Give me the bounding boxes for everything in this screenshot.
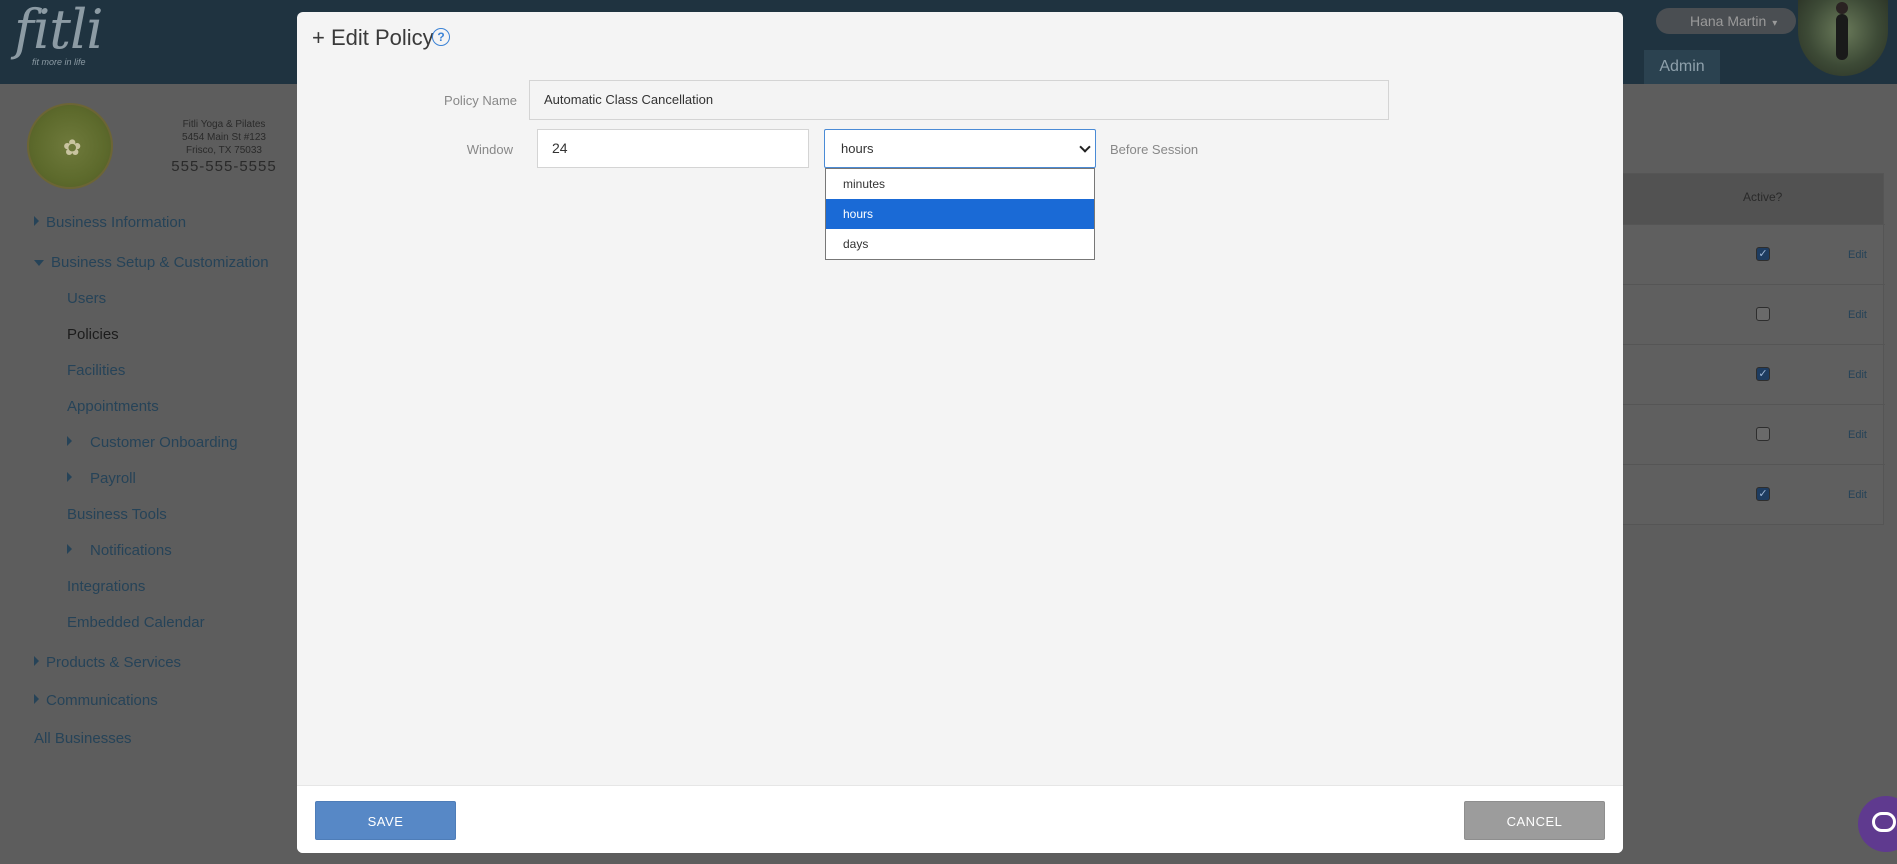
- active-checkbox[interactable]: ✓: [1756, 247, 1770, 261]
- sidebar-item-payroll[interactable]: Payroll: [67, 470, 136, 487]
- chat-button[interactable]: [1858, 796, 1897, 852]
- table-row: ✓ Edit: [1623, 464, 1885, 524]
- sidebar-item-label: Communications: [46, 692, 158, 709]
- cancel-button[interactable]: CANCEL: [1464, 801, 1605, 840]
- caret-right-icon: [34, 656, 39, 666]
- sidebar-item-label: Business Setup & Customization: [51, 254, 269, 271]
- edit-link[interactable]: Edit: [1848, 309, 1867, 321]
- edit-link[interactable]: Edit: [1848, 249, 1867, 261]
- window-label: Window: [466, 142, 513, 157]
- caret-right-icon: [34, 694, 39, 704]
- sidebar-item-integrations[interactable]: Integrations: [67, 578, 145, 595]
- sidebar-item-facilities[interactable]: Facilities: [67, 362, 125, 379]
- help-icon[interactable]: ?: [432, 28, 450, 46]
- modal-title: + Edit Policy: [312, 25, 434, 50]
- sidebar-item-label: Notifications: [90, 542, 172, 559]
- logo-tagline: fit more in life: [32, 57, 86, 67]
- sidebar-item-all-businesses[interactable]: All Businesses: [34, 730, 132, 747]
- edit-link[interactable]: Edit: [1848, 369, 1867, 381]
- chat-bubble-icon: [1872, 812, 1896, 832]
- caret-right-icon: [67, 436, 72, 446]
- modal-footer: SAVE CANCEL: [297, 785, 1623, 853]
- caret-right-icon: [34, 216, 39, 226]
- sidebar-item-embedded-calendar[interactable]: Embedded Calendar: [67, 614, 205, 631]
- window-unit-select[interactable]: hours: [824, 129, 1096, 168]
- business-logo: ✿: [27, 103, 113, 189]
- business-address-line1: 5454 Main St #123: [182, 132, 266, 143]
- sidebar-item-label: Business Information: [46, 214, 187, 231]
- sidebar-item-appointments[interactable]: Appointments: [67, 398, 159, 415]
- table-row: ✓ Edit: [1623, 344, 1885, 404]
- before-session-label: Before Session: [1110, 142, 1199, 157]
- policies-table: Active? ✓ Edit Edit ✓ Edit Edit ✓ Edit: [1622, 173, 1885, 525]
- table-row: Edit: [1623, 284, 1885, 344]
- chevron-down-icon: [1079, 141, 1091, 153]
- sidebar-item-policies[interactable]: Policies: [67, 326, 119, 343]
- policy-name-label: Policy Name: [444, 93, 517, 108]
- active-checkbox[interactable]: ✓: [1756, 487, 1770, 501]
- window-unit-selected: hours: [841, 141, 874, 156]
- option-minutes[interactable]: minutes: [826, 169, 1094, 199]
- avatar-figure: [1836, 14, 1848, 60]
- lotus-icon: ✿: [63, 135, 82, 160]
- active-checkbox[interactable]: [1756, 307, 1770, 321]
- user-name: Hana Martin: [1690, 13, 1767, 29]
- sidebar-item-customer-onboarding[interactable]: Customer Onboarding: [67, 434, 238, 451]
- sidebar-item-business-tools[interactable]: Business Tools: [67, 506, 167, 523]
- sidebar-item-label: Payroll: [90, 470, 136, 487]
- sidebar-item-notifications[interactable]: Notifications: [67, 542, 172, 559]
- table-row: Edit: [1623, 404, 1885, 464]
- option-days[interactable]: days: [826, 229, 1094, 259]
- caret-right-icon: [67, 472, 72, 482]
- active-checkbox[interactable]: ✓: [1756, 367, 1770, 381]
- table-row: ✓ Edit: [1623, 224, 1885, 284]
- avatar[interactable]: [1798, 0, 1888, 76]
- sidebar-item-users[interactable]: Users: [67, 290, 106, 307]
- user-menu[interactable]: Hana Martin ▾: [1656, 8, 1796, 34]
- window-unit-dropdown: minutes hours days: [825, 168, 1095, 260]
- active-checkbox[interactable]: [1756, 427, 1770, 441]
- edit-policy-modal: + Edit Policy ? Policy Name Automatic Cl…: [297, 12, 1623, 853]
- edit-link[interactable]: Edit: [1848, 429, 1867, 441]
- edit-link[interactable]: Edit: [1848, 489, 1867, 501]
- business-name: Fitli Yoga & Pilates: [182, 119, 266, 130]
- caret-right-icon: [67, 544, 72, 554]
- business-phone: 555-555-5555: [171, 158, 277, 175]
- caret-down-icon: [34, 260, 44, 266]
- sidebar-item-products-services[interactable]: Products & Services: [34, 654, 181, 671]
- logo-wordmark: fitli: [14, 0, 104, 61]
- avatar-head: [1836, 2, 1848, 14]
- sidebar-item-label: Products & Services: [46, 654, 182, 671]
- save-button[interactable]: SAVE: [315, 801, 456, 840]
- chevron-down-icon: ▾: [1772, 18, 1778, 29]
- sidebar-item-label: Customer Onboarding: [90, 434, 238, 451]
- fitli-logo[interactable]: fitli fit more in life: [14, 0, 104, 72]
- tab-admin[interactable]: Admin: [1644, 50, 1720, 84]
- sidebar-item-business-setup[interactable]: Business Setup & Customization: [34, 254, 269, 271]
- sidebar-item-business-information[interactable]: Business Information: [34, 214, 186, 231]
- option-hours[interactable]: hours: [826, 199, 1094, 229]
- sidebar-item-communications[interactable]: Communications: [34, 692, 158, 709]
- business-info: Fitli Yoga & Pilates 5454 Main St #123 F…: [165, 118, 283, 177]
- window-value-input[interactable]: 24: [537, 129, 809, 168]
- column-header-active: Active?: [1743, 190, 1783, 204]
- policy-name-input[interactable]: Automatic Class Cancellation: [529, 80, 1389, 120]
- business-address-line2: Frisco, TX 75033: [186, 145, 262, 156]
